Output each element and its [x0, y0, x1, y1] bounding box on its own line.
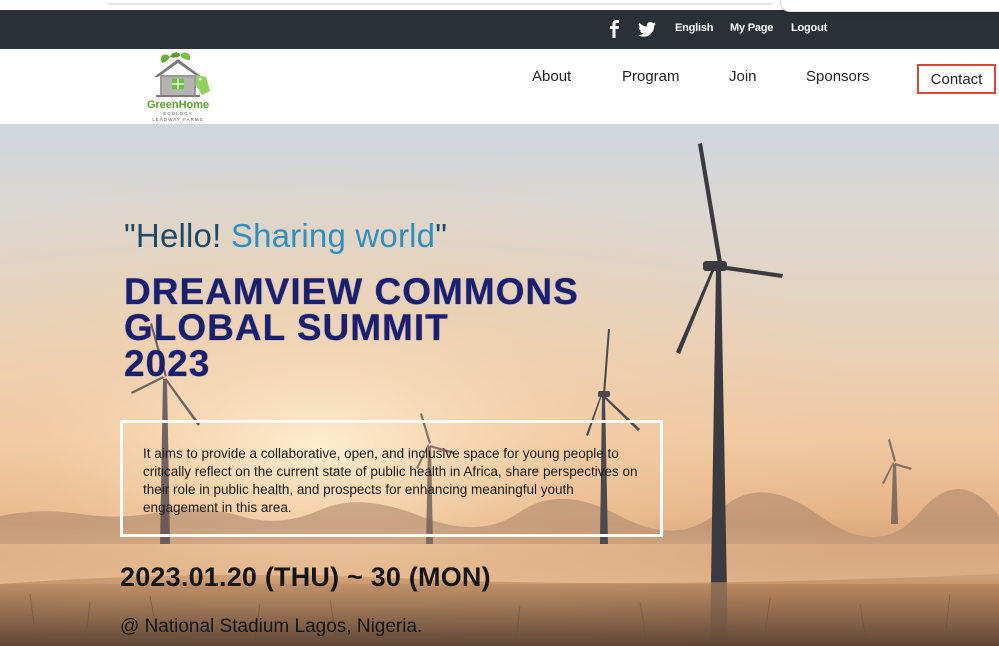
- logo-subtitle: LEADWAY FARMS: [152, 117, 204, 122]
- greeting-close: ": [435, 217, 448, 254]
- nav-contact-label: Contact: [930, 70, 983, 88]
- hero-greeting: "Hello! Sharing world": [124, 217, 447, 255]
- main-nav: GreenHome ECOLOGY LEADWAY FARMS About Pr…: [0, 49, 999, 124]
- event-dates: 2023.01.20 (THU) ~ 30 (MON): [120, 562, 491, 592]
- event-title-line-1: DREAMVIEW COMMONS: [124, 271, 579, 312]
- nav-sponsors[interactable]: Sponsors: [806, 68, 869, 85]
- logo-tagline: ECOLOGY: [163, 111, 193, 116]
- twitter-icon[interactable]: [636, 19, 658, 39]
- greeting-accent: Sharing world: [230, 217, 436, 254]
- nav-program[interactable]: Program: [622, 68, 680, 85]
- event-title-line-2: GLOBAL SUMMIT: [124, 307, 449, 348]
- event-description: It aims to provide a collaborative, open…: [143, 446, 638, 515]
- hero-banner: "Hello! Sharing world" DREAMVIEW COMMONS…: [0, 124, 999, 646]
- facebook-icon[interactable]: [603, 19, 625, 39]
- logout-link[interactable]: Logout: [791, 22, 827, 34]
- address-bar-edge: [105, 0, 775, 5]
- my-page-link[interactable]: My Page: [730, 22, 773, 34]
- browser-top-strip: [0, 0, 999, 12]
- event-title: DREAMVIEW COMMONS GLOBAL SUMMIT 2023: [124, 271, 579, 384]
- event-title-line-3: 2023: [124, 343, 211, 384]
- nav-about[interactable]: About: [532, 68, 571, 85]
- utility-bar: English My Page Logout: [0, 10, 999, 49]
- popup-edge: [780, 0, 999, 12]
- event-description-box: It aims to provide a collaborative, open…: [120, 420, 663, 537]
- logo[interactable]: GreenHome ECOLOGY LEADWAY FARMS: [140, 51, 216, 123]
- language-link[interactable]: English: [675, 22, 714, 34]
- logo-name: GreenHome: [146, 99, 210, 111]
- event-venue: @ National Stadium Lagos, Nigeria.: [120, 616, 423, 637]
- nav-join[interactable]: Join: [729, 68, 757, 85]
- nav-contact[interactable]: Contact: [917, 64, 996, 94]
- house-leaf-icon: [154, 52, 210, 97]
- greeting-open: "Hello!: [124, 217, 231, 254]
